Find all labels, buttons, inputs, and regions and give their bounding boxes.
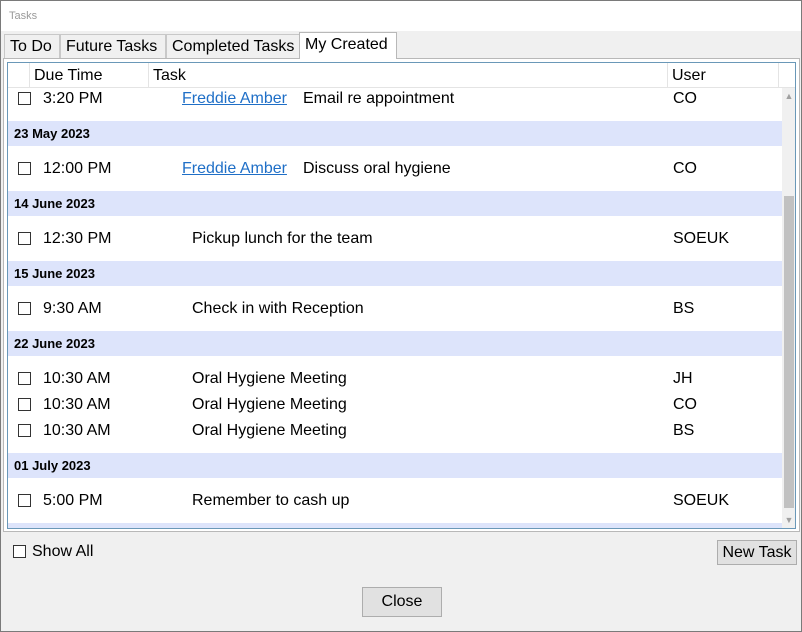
task-user: SOEUK: [673, 230, 730, 247]
task-description: Oral Hygiene Meeting: [192, 422, 347, 439]
task-checkbox[interactable]: [18, 424, 31, 437]
tab-panel: Due Time Task User 3:20 PM Freddie Amber E…: [3, 58, 800, 532]
window-title: Tasks: [9, 10, 38, 22]
date-group-header: 15 June 2023: [8, 261, 782, 286]
task-row[interactable]: 9:30 AM Check in with Reception BS: [8, 296, 782, 322]
close-button[interactable]: Close: [362, 587, 442, 617]
task-due-time: 3:20 PM: [43, 90, 103, 107]
chevron-down-icon[interactable]: ▼: [782, 512, 795, 528]
header-user[interactable]: User: [668, 63, 779, 88]
task-row[interactable]: 12:00 PM Freddie Amber Discuss oral hygien…: [8, 156, 782, 182]
task-checkbox[interactable]: [18, 372, 31, 385]
title-bar: Tasks: [1, 1, 801, 31]
date-group-header: 14 June 2023: [8, 191, 782, 216]
task-contact-link[interactable]: Freddie Amber: [182, 88, 287, 112]
task-due-time: 10:30 AM: [43, 370, 111, 387]
task-rows: 3:20 PM Freddie Amber Email re appointment…: [8, 88, 782, 528]
date-group-header: 01 July 2023: [8, 453, 782, 478]
task-checkbox[interactable]: [18, 494, 31, 507]
header-task[interactable]: Task: [149, 63, 668, 88]
task-row[interactable]: 10:30 AM Oral Hygiene Meeting BS: [8, 418, 782, 444]
task-user: CO: [673, 90, 697, 107]
show-all-checkbox[interactable]: [13, 545, 26, 558]
task-row[interactable]: 10:30 AM Oral Hygiene Meeting JH: [8, 366, 782, 392]
date-group-header: 03 May 2024: [8, 523, 782, 528]
task-description: Check in with Reception: [192, 300, 364, 317]
vertical-scrollbar[interactable]: ▲ ▼: [782, 88, 795, 528]
task-due-time: 5:00 PM: [43, 492, 103, 509]
tab-my-created[interactable]: My Created: [299, 32, 397, 59]
task-description: Oral Hygiene Meeting: [192, 370, 347, 387]
task-contact-link[interactable]: Freddie Amber: [182, 156, 287, 182]
task-row[interactable]: 10:30 AM Oral Hygiene Meeting CO: [8, 392, 782, 418]
task-user: JH: [673, 370, 693, 387]
task-due-time: 10:30 AM: [43, 396, 111, 413]
task-description: Oral Hygiene Meeting: [192, 396, 347, 413]
task-description: Remember to cash up: [192, 492, 350, 509]
task-checkbox[interactable]: [18, 232, 31, 245]
show-all-label: Show All: [32, 543, 94, 560]
task-description: Discuss oral hygiene: [303, 160, 451, 177]
task-user: CO: [673, 160, 697, 177]
task-due-time: 12:00 PM: [43, 160, 112, 177]
tab-completed-tasks[interactable]: Completed Tasks: [166, 34, 300, 58]
task-user: SOEUK: [673, 492, 730, 509]
task-row[interactable]: 5:00 PM Remember to cash up SOEUK: [8, 488, 782, 514]
task-user: BS: [673, 422, 695, 439]
tab-to-do[interactable]: To Do: [4, 34, 60, 58]
task-row[interactable]: 3:20 PM Freddie Amber Email re appointment…: [8, 88, 782, 112]
task-description: Pickup lunch for the team: [192, 230, 373, 247]
header-checkbox-column: [8, 63, 30, 88]
chevron-up-icon[interactable]: ▲: [782, 88, 795, 104]
scrollbar-thumb[interactable]: [784, 196, 794, 508]
task-checkbox[interactable]: [18, 302, 31, 315]
task-checkbox[interactable]: [18, 398, 31, 411]
task-description: Email re appointment: [303, 90, 455, 107]
task-user: BS: [673, 300, 695, 317]
new-task-button[interactable]: New Task: [717, 540, 797, 565]
task-user: CO: [673, 396, 697, 413]
task-checkbox[interactable]: [18, 162, 31, 175]
task-grid: Due Time Task User 3:20 PM Freddie Amber E…: [7, 62, 796, 529]
header-due-time[interactable]: Due Time: [30, 63, 149, 88]
task-due-time: 10:30 AM: [43, 422, 111, 439]
grid-header: Due Time Task User: [8, 63, 795, 88]
task-checkbox[interactable]: [18, 92, 31, 105]
task-due-time: 12:30 PM: [43, 230, 112, 247]
date-group-header: 22 June 2023: [8, 331, 782, 356]
date-group-header: 23 May 2023: [8, 121, 782, 146]
tasks-window: Tasks To Do Future Tasks Completed Tasks…: [0, 0, 802, 632]
tab-future-tasks[interactable]: Future Tasks: [60, 34, 166, 58]
task-row[interactable]: 12:30 PM Pickup lunch for the team SOEUK: [8, 226, 782, 252]
task-due-time: 9:30 AM: [43, 300, 102, 317]
